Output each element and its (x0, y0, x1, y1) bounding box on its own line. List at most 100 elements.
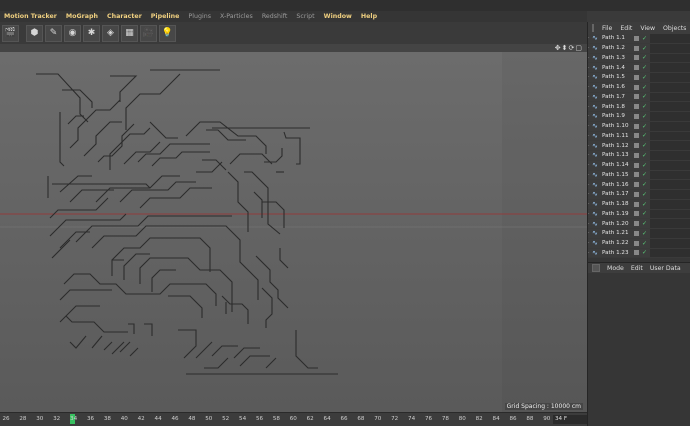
menu-item-plugins[interactable]: Plugins (188, 13, 211, 20)
layer-tag-icon[interactable] (634, 172, 639, 178)
enabled-check-icon[interactable]: ✓ (642, 181, 647, 188)
object-name[interactable]: Path 1.10 (602, 123, 632, 129)
object-row[interactable]: · ∿ Path 1.23 ✓ (588, 248, 690, 259)
layer-tag-icon[interactable] (634, 162, 639, 168)
object-row[interactable]: · ∿ Path 1.20 ✓ (588, 219, 690, 229)
panel-grip-icon[interactable] (592, 264, 600, 272)
object-name[interactable]: Path 1.5 (602, 74, 632, 80)
object-row[interactable]: · ∿ Path 1.9 ✓ (588, 112, 690, 122)
menu-item-redshift[interactable]: Redshift (262, 13, 288, 20)
enabled-check-icon[interactable]: ✓ (642, 201, 647, 208)
enabled-check-icon[interactable]: ✓ (642, 230, 647, 237)
object-row[interactable]: · ∿ Path 1.1 ✓ (588, 34, 690, 44)
object-name[interactable]: Path 1.1 (602, 35, 632, 41)
object-row[interactable]: · ∿ Path 1.5 ✓ (588, 73, 690, 83)
object-name[interactable]: Path 1.12 (602, 143, 632, 149)
current-frame-field[interactable]: 34 F (553, 415, 587, 424)
cube-icon[interactable]: ⬢ (26, 24, 43, 42)
layer-tag-icon[interactable] (634, 201, 639, 207)
enabled-check-icon[interactable]: ✓ (642, 191, 647, 198)
layer-tag-icon[interactable] (634, 230, 639, 236)
am-menu-edit[interactable]: Edit (631, 265, 643, 272)
layer-tag-icon[interactable] (634, 191, 639, 197)
object-name[interactable]: Path 1.15 (602, 172, 632, 178)
layer-tag-icon[interactable] (634, 123, 639, 129)
object-name[interactable]: Path 1.22 (602, 240, 632, 246)
menu-item-help[interactable]: Help (361, 13, 377, 20)
enabled-check-icon[interactable]: ✓ (642, 132, 647, 139)
enabled-check-icon[interactable]: ✓ (642, 45, 647, 52)
viewport[interactable]: Grid Spacing : 10000 cm (0, 52, 587, 412)
object-row[interactable]: · ∿ Path 1.17 ✓ (588, 190, 690, 200)
object-row[interactable]: · ∿ Path 1.15 ✓ (588, 170, 690, 181)
menu-item-character[interactable]: Character (107, 13, 142, 20)
enabled-check-icon[interactable]: ✓ (642, 35, 647, 42)
om-menu-file[interactable]: File (602, 25, 612, 32)
object-row[interactable]: · ∿ Path 1.16 ✓ (588, 180, 690, 190)
enabled-check-icon[interactable]: ✓ (642, 142, 647, 149)
menu-item-motion-tracker[interactable]: Motion Tracker (4, 13, 57, 20)
layer-tag-icon[interactable] (634, 211, 639, 217)
layer-tag-icon[interactable] (634, 182, 639, 188)
object-row[interactable]: · ∿ Path 1.8 ✓ (588, 102, 690, 112)
enabled-check-icon[interactable]: ✓ (642, 171, 647, 178)
object-name[interactable]: Path 1.11 (602, 133, 632, 139)
am-menu-mode[interactable]: Mode (607, 265, 624, 272)
timeline-ruler[interactable]: 34 F 26 28 30 32 34 36 38 40 42 44 46 48 50 52 54 56 58 6… (0, 412, 587, 426)
layer-tag-icon[interactable] (634, 113, 639, 119)
spline-paths[interactable] (0, 52, 587, 412)
enabled-check-icon[interactable]: ✓ (642, 64, 647, 71)
object-name[interactable]: Path 1.7 (602, 94, 632, 100)
enabled-check-icon[interactable]: ✓ (642, 210, 647, 217)
layer-tag-icon[interactable] (634, 84, 639, 90)
object-row[interactable]: · ∿ Path 1.12 ✓ (588, 141, 690, 151)
object-row[interactable]: · ∿ Path 1.11 ✓ (588, 131, 690, 142)
object-name[interactable]: Path 1.18 (602, 201, 632, 207)
layer-tag-icon[interactable] (634, 45, 639, 51)
object-name[interactable]: Path 1.6 (602, 84, 632, 90)
viewport-navigation-icons[interactable]: ✥⬍⟳▢ (555, 44, 583, 52)
layer-tag-icon[interactable] (634, 55, 639, 61)
pen-icon[interactable]: ✎ (45, 24, 62, 42)
layer-tag-icon[interactable] (634, 133, 639, 139)
menu-item-mograph[interactable]: MoGraph (66, 13, 98, 20)
object-name[interactable]: Path 1.16 (602, 182, 632, 188)
object-name[interactable]: Path 1.8 (602, 104, 632, 110)
camera-icon[interactable]: 🎥 (140, 24, 157, 42)
enabled-check-icon[interactable]: ✓ (642, 74, 647, 81)
layer-tag-icon[interactable] (634, 221, 639, 227)
object-name[interactable]: Path 1.20 (602, 221, 632, 227)
enabled-check-icon[interactable]: ✓ (642, 162, 647, 169)
enabled-check-icon[interactable]: ✓ (642, 54, 647, 61)
object-row[interactable]: · ∿ Path 1.21 ✓ (588, 229, 690, 239)
render-settings-icon[interactable]: 🎬 (2, 24, 19, 42)
object-row[interactable]: · ∿ Path 1.6 ✓ (588, 82, 690, 93)
enabled-check-icon[interactable]: ✓ (642, 240, 647, 247)
light-icon[interactable]: 💡 (159, 24, 176, 42)
enabled-check-icon[interactable]: ✓ (642, 93, 647, 100)
enabled-check-icon[interactable]: ✓ (642, 220, 647, 227)
object-row[interactable]: · ∿ Path 1.22 ✓ (588, 238, 690, 249)
object-name[interactable]: Path 1.19 (602, 211, 632, 217)
layer-tag-icon[interactable] (634, 74, 639, 80)
layer-tag-icon[interactable] (634, 152, 639, 158)
menu-item-x-particles[interactable]: X-Particles (220, 13, 253, 20)
object-row[interactable]: · ∿ Path 1.4 ✓ (588, 63, 690, 73)
am-menu-user-data[interactable]: User Data (650, 265, 681, 272)
object-name[interactable]: Path 1.3 (602, 55, 632, 61)
layer-tag-icon[interactable] (634, 35, 639, 41)
object-row[interactable]: · ∿ Path 1.18 ✓ (588, 199, 690, 210)
menu-item-pipeline[interactable]: Pipeline (151, 13, 180, 20)
object-name[interactable]: Path 1.4 (602, 65, 632, 71)
floor-icon[interactable]: ▦ (121, 24, 138, 42)
om-menu-edit[interactable]: Edit (620, 25, 632, 32)
object-name[interactable]: Path 1.21 (602, 230, 632, 236)
layer-tag-icon[interactable] (634, 104, 639, 110)
deformer-icon[interactable]: ◈ (102, 24, 119, 42)
object-name[interactable]: Path 1.23 (602, 250, 632, 256)
array-icon[interactable]: ✱ (83, 24, 100, 42)
object-name[interactable]: Path 1.13 (602, 152, 632, 158)
layer-tag-icon[interactable] (634, 250, 639, 256)
enabled-check-icon[interactable]: ✓ (642, 103, 647, 110)
object-name[interactable]: Path 1.2 (602, 45, 632, 51)
